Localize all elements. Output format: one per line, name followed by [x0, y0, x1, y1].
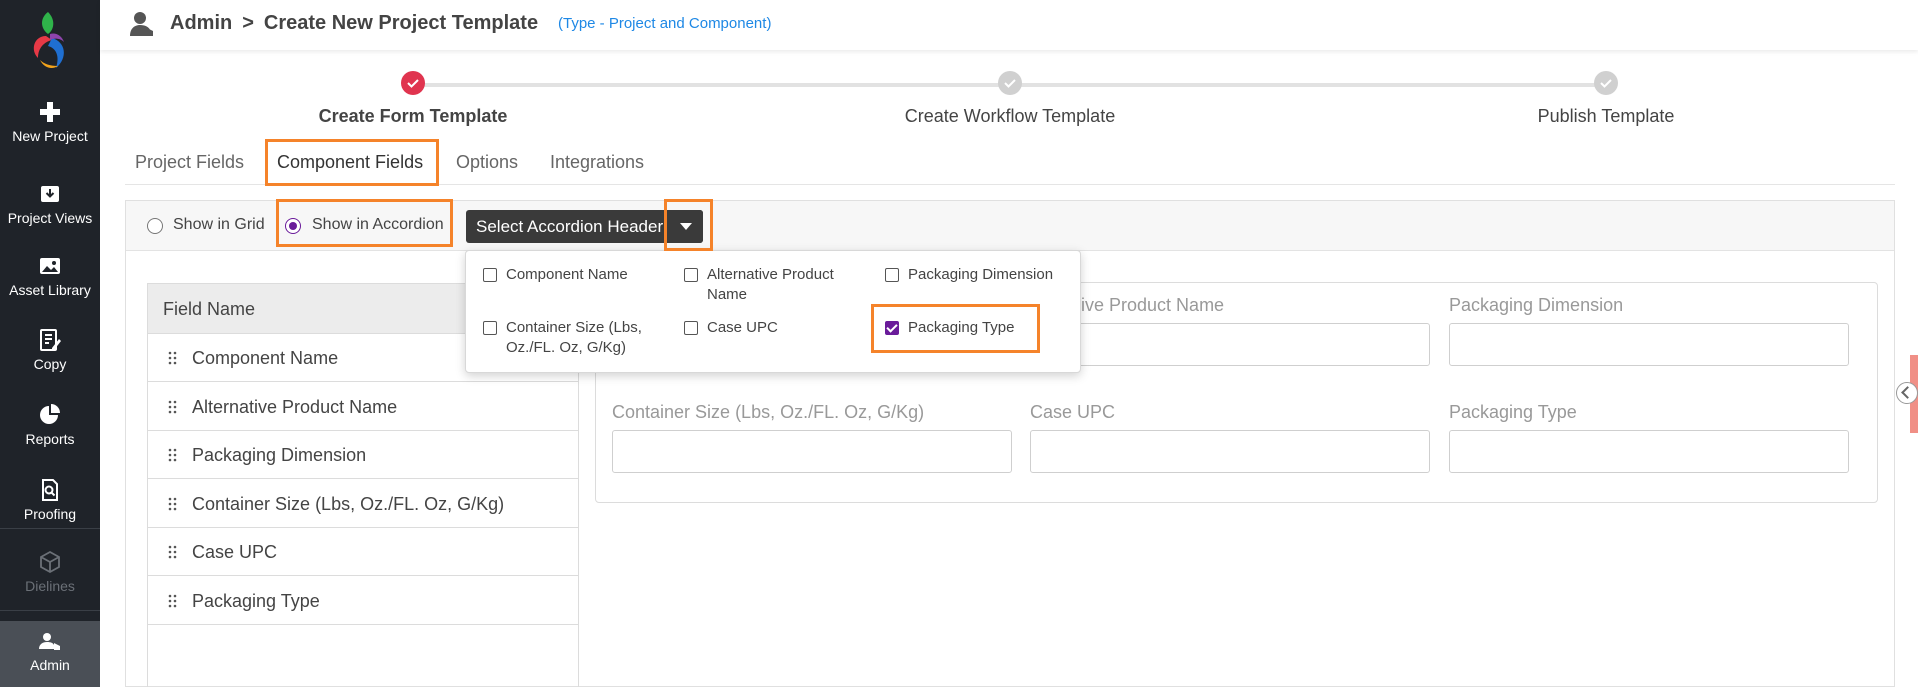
field-name: Component Name: [192, 348, 339, 368]
field-name: Case UPC: [192, 542, 278, 562]
packaging-dimension-input[interactable]: [1449, 323, 1849, 366]
tab-integrations[interactable]: Integrations: [550, 140, 644, 185]
tab-component-fields[interactable]: Component Fields: [277, 140, 423, 185]
preview-label-alternative-product-name: ative Product Name: [1066, 295, 1225, 315]
table-row[interactable]: Packaging Dimension: [148, 431, 578, 479]
step-dot-pending: [1594, 71, 1618, 95]
drag-handle-icon[interactable]: [168, 545, 178, 559]
table-row[interactable]: Case UPC: [148, 528, 578, 576]
show-in-grid-label[interactable]: Show in Grid: [173, 216, 265, 234]
sidebar-item-label: Asset Library: [9, 282, 91, 298]
sidebar-item-label: Copy: [33, 356, 67, 372]
alternative-product-name-input[interactable]: [1030, 323, 1430, 366]
checkbox-packaging-type[interactable]: [885, 321, 899, 335]
checkbox-alternative-product-name[interactable]: [684, 268, 698, 282]
show-in-grid-radio[interactable]: [147, 218, 163, 234]
chevron-left-icon[interactable]: [1896, 382, 1918, 404]
preview-label-packaging-dimension: Packaging Dimension: [1449, 295, 1624, 315]
sidebar-item-copy[interactable]: Copy: [0, 328, 100, 372]
check-circle-icon: [401, 71, 425, 95]
sidebar-item-proofing[interactable]: Proofing: [0, 478, 100, 522]
admin-user-icon: [39, 633, 60, 650]
edit-icon: [40, 329, 61, 351]
tab-project-fields[interactable]: Project Fields: [135, 140, 244, 185]
checkbox-packaging-dimension[interactable]: [885, 268, 899, 282]
preview-label-container-size: Container Size (Lbs, Oz./FL. Oz, G/Kg): [612, 402, 925, 422]
proof-search-icon: [42, 479, 58, 501]
preview-label-packaging-type: Packaging Type: [1449, 402, 1577, 422]
breadcrumb: Admin > Create New Project Template: [170, 12, 538, 35]
sidebar-item-label: Admin: [30, 657, 70, 673]
check-circle-icon: [998, 71, 1022, 95]
sidebar-divider: [0, 610, 100, 611]
field-name: Packaging Type: [192, 591, 320, 611]
step-dot-pending: [998, 71, 1022, 95]
sidebar-item-admin[interactable]: Admin: [0, 621, 100, 687]
drag-handle-icon[interactable]: [168, 400, 178, 414]
field-name: Alternative Product Name: [192, 397, 398, 417]
inbox-icon: [41, 186, 59, 202]
sidebar-item-new-project[interactable]: New Project: [0, 100, 100, 144]
tab-options[interactable]: Options: [456, 140, 518, 185]
checkbox-container-size[interactable]: [483, 321, 497, 335]
tabs-divider: [125, 184, 1895, 185]
image-icon: [40, 258, 60, 274]
step-label-publish[interactable]: Publish Template: [1456, 106, 1756, 127]
admin-user-icon: [130, 12, 153, 36]
plus-icon: [40, 102, 60, 122]
pie-chart-icon: [40, 404, 60, 424]
sidebar-item-label: Dielines: [25, 578, 75, 594]
template-type-label: (Type - Project and Component): [558, 15, 772, 32]
sidebar-item-label: New Project: [12, 128, 88, 144]
sidebar-item-reports[interactable]: Reports: [0, 403, 100, 447]
check-circle-icon: [1594, 71, 1618, 95]
show-in-accordion-label[interactable]: Show in Accordion: [312, 216, 444, 234]
table-row[interactable]: Container Size (Lbs, Oz./FL. Oz, G/Kg): [148, 480, 578, 528]
drag-handle-icon[interactable]: [168, 351, 178, 365]
option-packaging-type[interactable]: Packaging Type: [908, 318, 1058, 338]
drag-handle-icon[interactable]: [168, 594, 178, 608]
sidebar-item-label: Project Views: [7, 210, 93, 226]
sidebar-item-dielines: Dielines: [0, 550, 100, 594]
show-in-accordion-radio[interactable]: [285, 218, 301, 234]
step-dot-current: [401, 71, 425, 95]
display-mode-bar: Show in Grid Show in Accordion Select Ac…: [126, 201, 1894, 251]
breadcrumb-separator: >: [242, 12, 254, 34]
cube-icon: [40, 550, 60, 574]
accordion-header-dropdown: Component Name Alternative Product Name …: [465, 250, 1081, 373]
page-title: Create New Project Template: [263, 12, 539, 34]
checkbox-case-upc[interactable]: [684, 321, 698, 335]
option-component-name[interactable]: Component Name: [506, 265, 656, 285]
sidebar: New Project Project Views Asset Library …: [0, 0, 100, 687]
packaging-type-input[interactable]: [1449, 430, 1849, 473]
step-label-workflow[interactable]: Create Workflow Template: [860, 106, 1160, 127]
breadcrumb-root[interactable]: Admin: [170, 12, 232, 34]
sidebar-item-label: Proofing: [23, 506, 77, 522]
preview-label-case-upc: Case UPC: [1030, 402, 1116, 422]
option-container-size[interactable]: Container Size (Lbs, Oz./FL. Oz, G/Kg): [506, 318, 656, 358]
step-label-form[interactable]: Create Form Template: [263, 106, 563, 127]
sidebar-item-asset-library[interactable]: Asset Library: [0, 254, 100, 298]
option-case-upc[interactable]: Case UPC: [707, 318, 857, 338]
container-size-input[interactable]: [612, 430, 1012, 473]
drag-handle-icon[interactable]: [168, 448, 178, 462]
app-logo[interactable]: [26, 10, 74, 72]
field-name: Packaging Dimension: [192, 445, 367, 465]
case-upc-input[interactable]: [1030, 430, 1430, 473]
sidebar-item-project-views[interactable]: Project Views: [0, 182, 100, 226]
option-alternative-product-name[interactable]: Alternative Product Name: [707, 265, 877, 305]
field-name: Container Size (Lbs, Oz./FL. Oz, G/Kg): [192, 494, 505, 514]
chevron-down-icon[interactable]: [668, 210, 703, 243]
checkbox-component-name[interactable]: [483, 268, 497, 282]
table-row[interactable]: Packaging Type: [148, 577, 578, 625]
table-row[interactable]: Alternative Product Name: [148, 383, 578, 431]
drag-handle-icon[interactable]: [168, 497, 178, 511]
sidebar-item-label: Reports: [25, 431, 75, 447]
sidebar-divider: [0, 528, 100, 529]
page-header: Admin > Create New Project Template (Type …: [100, 0, 1918, 50]
option-packaging-dimension[interactable]: Packaging Dimension: [908, 265, 1078, 285]
